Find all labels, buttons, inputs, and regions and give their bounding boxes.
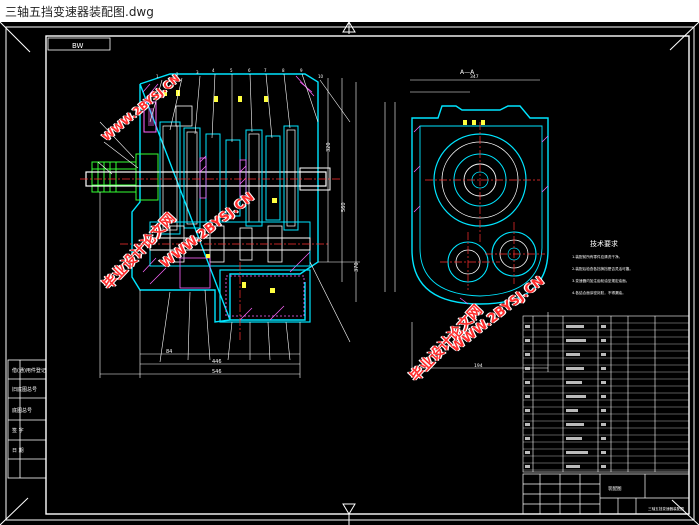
dim-label-560: 560 [341,202,347,212]
svg-text:6: 6 [248,68,251,73]
reg-label-2: 旧底图总号 [12,386,37,393]
dim-label-320: 320 [326,142,332,152]
tech-line-2: 2.装配后检查各挡换挡是否灵活可靠。 [572,266,633,271]
reg-label-3: 底图总号 [12,407,32,414]
reg-label-5: 日 期 [12,448,24,454]
dim-label-347: 347 [470,74,479,80]
svg-text:7: 7 [264,68,267,73]
title-block-short: 装配图 [608,485,622,492]
tech-line-4: 4.各结合面涂密封胶，不得漏油。 [572,290,626,295]
tech-requirements: 技术要求 1.装配前所有零件应清洗干净。 2.装配后检查各挡换挡是否灵活可靠。 … [572,239,633,295]
left-registration-table [7,359,47,479]
tech-line-3: 3.变速器内加注齿轮油至规定油面。 [572,278,629,283]
view-label: BW [72,42,84,50]
svg-text:5: 5 [230,68,233,73]
window-title: 三轴五挡变速器装配图.dwg [5,5,154,19]
tech-title: 技术要求 [590,239,618,248]
svg-text:10: 10 [318,74,324,79]
cad-canvas[interactable]: BW 借(通)用件登记 旧底图总号 底图总号 签 字 日 期 1 2 3 4 5… [0,22,699,525]
dim-label-84: 84 [166,349,172,355]
reg-label-1: 借(通)用件登记 [12,367,46,374]
svg-text:8: 8 [282,68,285,73]
title-block-name: 三轴五挡变速器装配图 [648,506,684,511]
dim-label-546: 546 [212,369,222,375]
window-titlebar: 三轴五挡变速器装配图.dwg [0,0,699,23]
dim-label-194: 194 [474,363,483,369]
svg-text:9: 9 [300,68,303,73]
tech-line-1: 1.装配前所有零件应清洗干净。 [572,254,622,259]
svg-text:4: 4 [212,68,215,73]
dim-label-446: 446 [212,359,222,365]
reg-label-4: 签 字 [12,427,24,434]
dim-label-370: 370 [354,262,360,272]
bom-text-marks [525,325,606,468]
